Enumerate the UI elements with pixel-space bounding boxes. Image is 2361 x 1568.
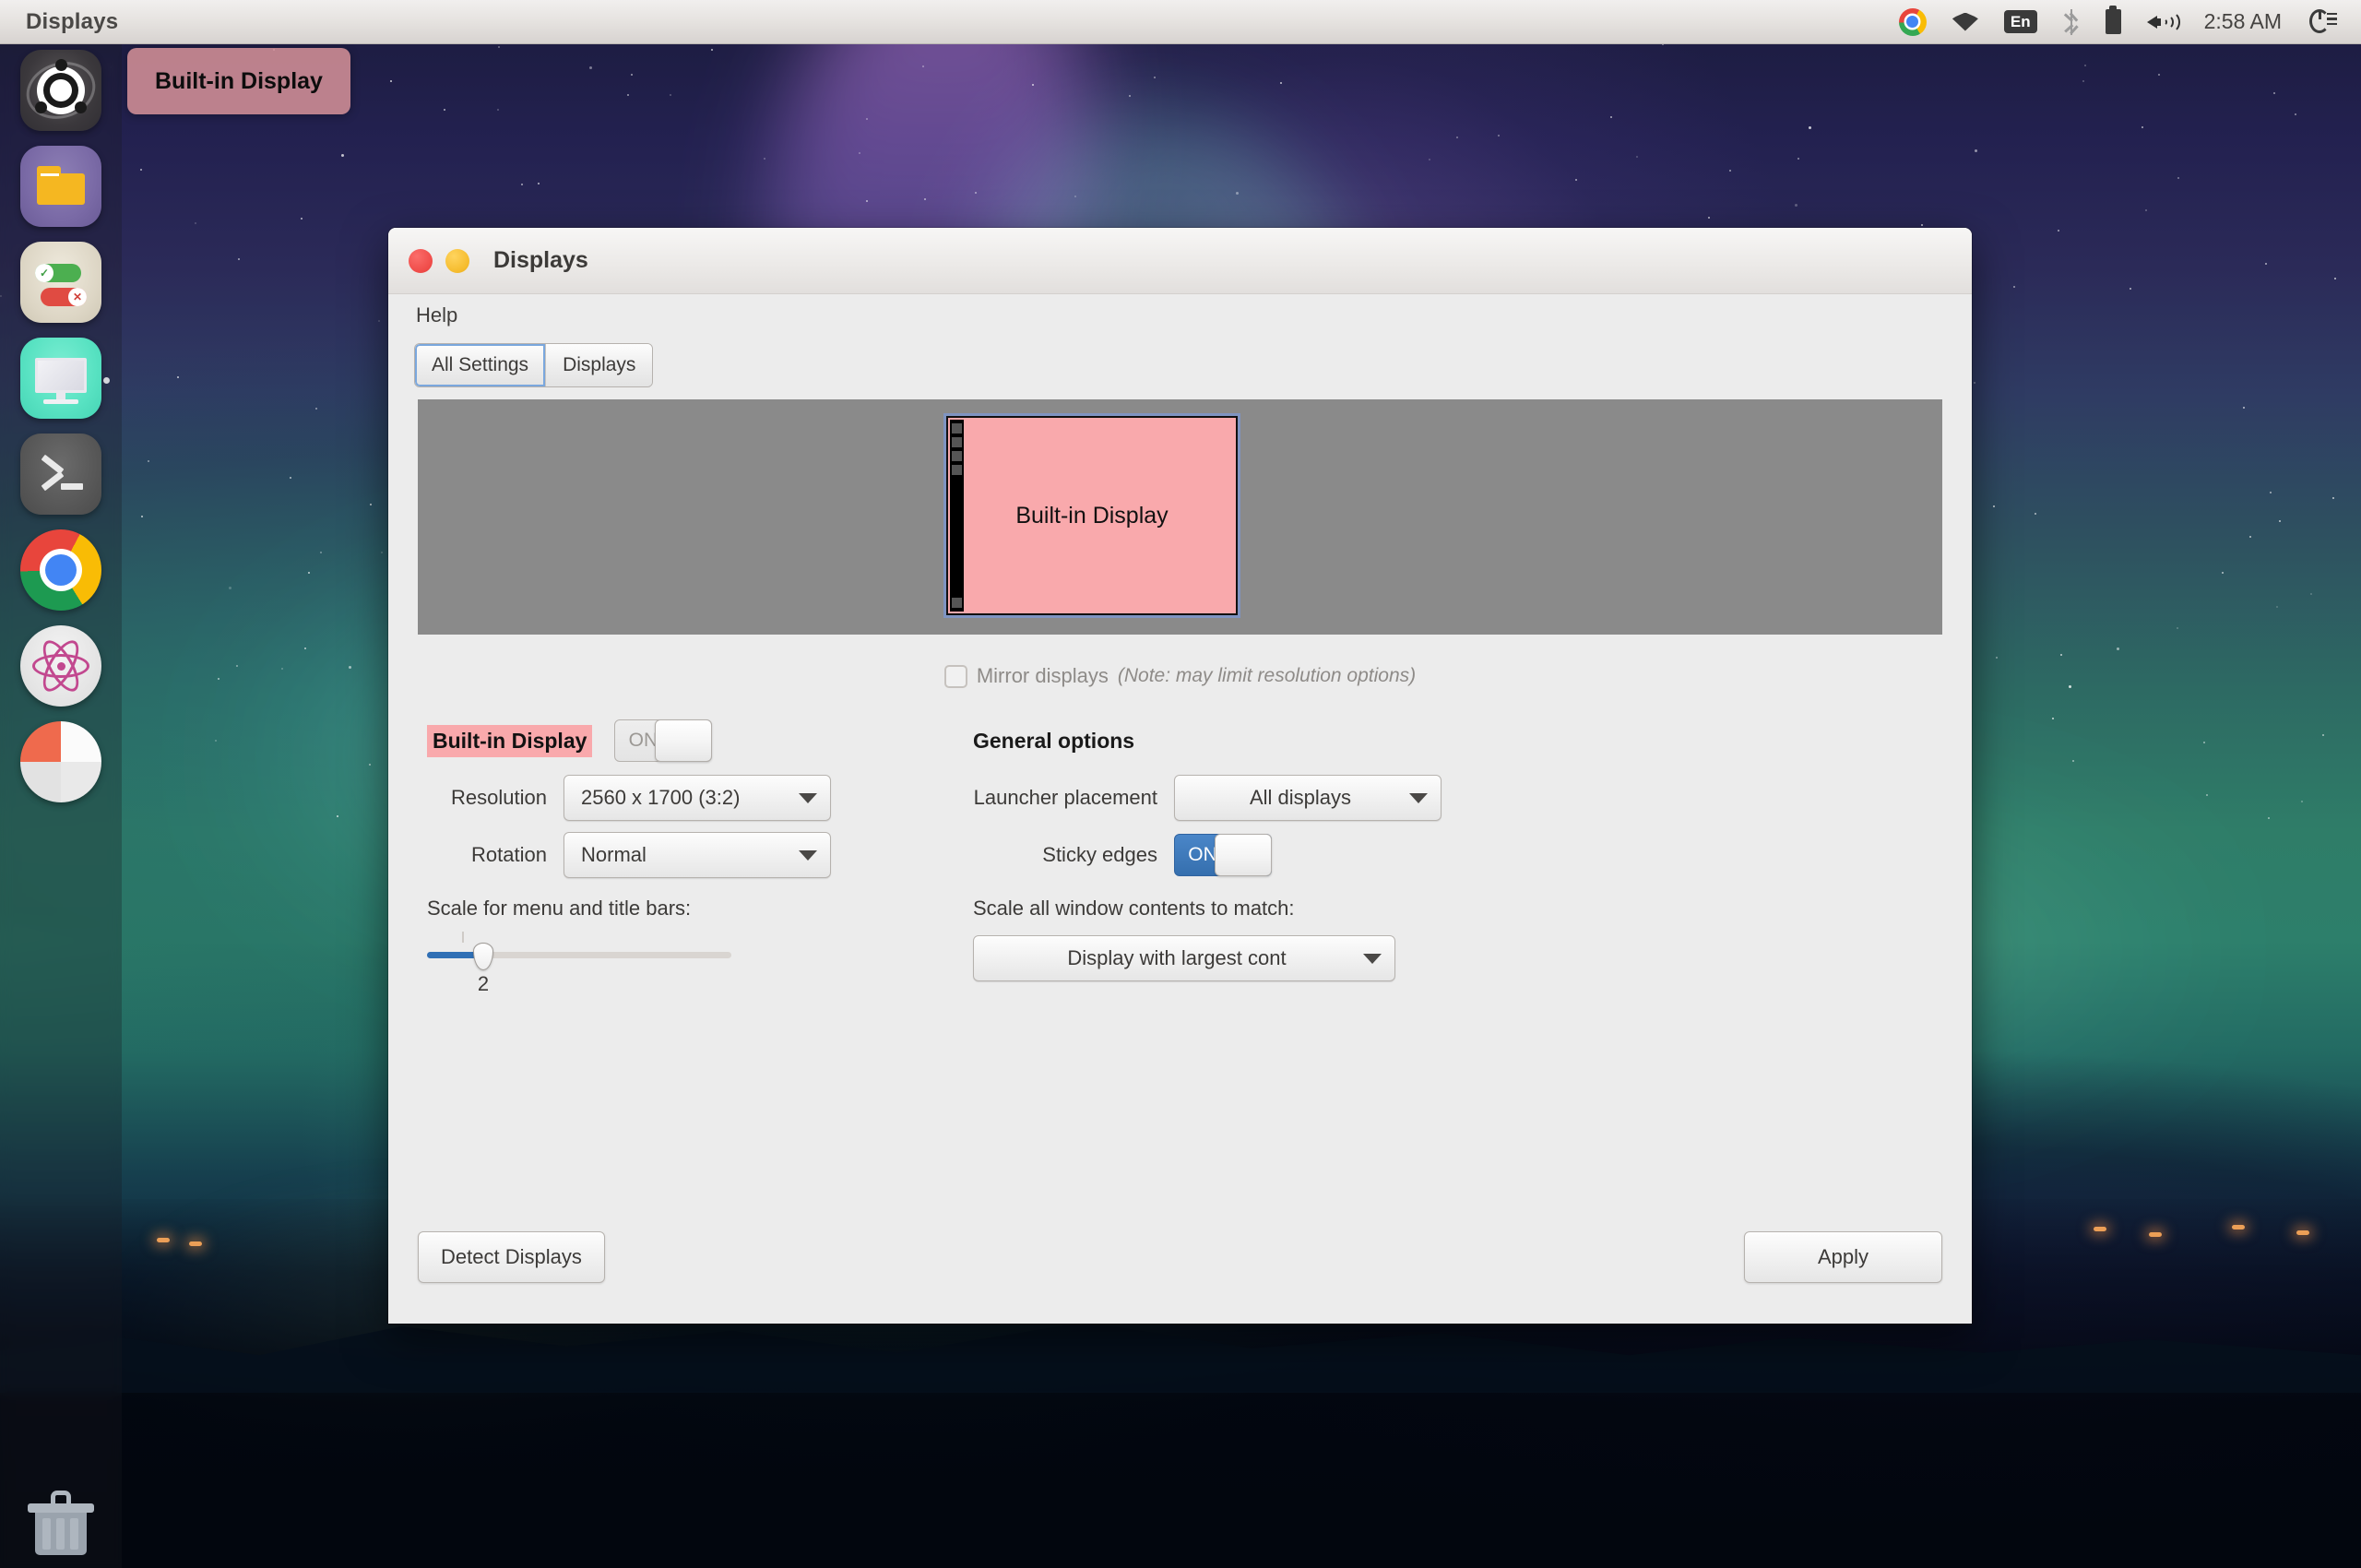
toggle-knob xyxy=(1215,834,1272,876)
display-arrangement-canvas[interactable]: Built-in Display xyxy=(418,399,1942,635)
desktop-display-tooltip: Built-in Display xyxy=(127,48,350,114)
window-footer: Detect Displays Apply xyxy=(418,1213,1942,1324)
window-menubar: Help xyxy=(388,294,1972,337)
chevron-down-icon xyxy=(1363,953,1382,964)
mirror-displays-checkbox[interactable] xyxy=(943,664,967,688)
window-title: Displays xyxy=(493,247,588,273)
chrome-icon xyxy=(1898,7,1927,36)
wifi-icon xyxy=(1952,12,1978,31)
displays-window: Displays Help All Settings Displays Buil… xyxy=(388,228,1972,1324)
chevron-down-icon xyxy=(799,849,817,861)
launcher-placement-row: Launcher placement All displays xyxy=(973,769,1453,826)
sticky-edges-toggle[interactable]: ON xyxy=(1174,834,1272,876)
resolution-label: Resolution xyxy=(451,786,547,809)
scale-block: Scale for menu and title bars: 2 xyxy=(427,897,897,995)
launcher-item-files[interactable] xyxy=(20,146,101,227)
resolution-row: Resolution 2560 x 1700 (3:2) xyxy=(427,769,897,826)
launcher-item-trash[interactable] xyxy=(20,1479,101,1561)
general-options-title-row: General options xyxy=(973,712,1453,769)
launcher-item-terminal[interactable] xyxy=(20,434,101,515)
displays-icon xyxy=(20,338,101,419)
resolution-value: 2560 x 1700 (3:2) xyxy=(581,786,741,809)
battery-icon xyxy=(2105,6,2121,34)
rotation-label: Rotation xyxy=(471,843,547,866)
focused-indicator-icon xyxy=(103,377,110,384)
slider-tick-mark xyxy=(462,932,464,943)
tray-bluetooth-indicator[interactable] xyxy=(2050,0,2093,44)
volume-icon xyxy=(2146,10,2180,33)
toggle-knob xyxy=(655,719,713,762)
mirror-displays-label: Mirror displays xyxy=(976,664,1109,687)
mirror-displays-row: Mirror displays (Note: may limit resolut… xyxy=(418,664,1942,688)
scale-all-contents-label: Scale all window contents to match: xyxy=(973,897,1295,920)
tray-network-indicator[interactable] xyxy=(1940,0,1991,44)
launcher-placement-value: All displays xyxy=(1249,786,1352,809)
minimize-icon[interactable] xyxy=(445,248,469,273)
sticky-edges-label: Sticky edges xyxy=(1042,843,1157,866)
close-icon[interactable] xyxy=(409,248,433,273)
launcher-item-settings[interactable]: ✓ ✕ xyxy=(20,242,101,323)
launcher-item-dash[interactable] xyxy=(20,50,101,131)
options-columns: Built-in Display ON Resolution 2560 x 17… xyxy=(418,712,1942,995)
detect-displays-button[interactable]: Detect Displays xyxy=(418,1231,605,1283)
ubuntu-dash-icon xyxy=(20,50,101,131)
launcher-item-atom[interactable] xyxy=(20,625,101,707)
mirror-displays-note: (Note: may limit resolution options) xyxy=(1117,665,1417,686)
bluetooth-icon xyxy=(2063,8,2080,35)
chevron-down-icon xyxy=(1409,792,1428,803)
menu-item-help[interactable]: Help xyxy=(409,302,465,329)
display-power-toggle[interactable]: ON xyxy=(614,719,713,762)
resolution-dropdown[interactable]: 2560 x 1700 (3:2) xyxy=(564,775,831,821)
display-options-column: Built-in Display ON Resolution 2560 x 17… xyxy=(427,712,897,995)
panel-app-title: Displays xyxy=(26,8,119,34)
files-icon xyxy=(20,146,101,227)
window-titlebar[interactable]: Displays xyxy=(388,228,1972,294)
keyboard-layout-icon: En xyxy=(2003,10,2037,33)
tray-battery-indicator[interactable] xyxy=(2093,0,2134,44)
launcher-placement-label: Launcher placement xyxy=(973,786,1157,809)
tray-volume-indicator[interactable] xyxy=(2134,0,2189,44)
rotation-dropdown[interactable]: Normal xyxy=(564,832,831,878)
unity-launcher: ✓ ✕ xyxy=(0,44,122,1568)
launcher-placement-dropdown[interactable]: All displays xyxy=(1174,775,1442,821)
tray-keyboard-indicator[interactable]: En xyxy=(1991,0,2050,44)
system-tray: En 2:58 AM xyxy=(1886,0,2361,44)
display-name-row: Built-in Display ON xyxy=(427,712,897,769)
chrome-icon xyxy=(20,529,101,611)
launcher-item-workspace-switcher[interactable] xyxy=(20,721,101,802)
tab-displays[interactable]: Displays xyxy=(546,344,653,386)
tray-clock[interactable]: 2:58 AM xyxy=(2189,9,2296,34)
tray-chrome-indicator[interactable] xyxy=(1886,0,1940,44)
settings-icon: ✓ ✕ xyxy=(20,242,101,323)
general-options-column: General options Launcher placement All d… xyxy=(973,712,1453,981)
scale-slider[interactable]: 2 xyxy=(427,932,731,995)
chevron-down-icon xyxy=(799,792,817,803)
launcher-item-chrome[interactable] xyxy=(20,529,101,611)
settings-button-group: All Settings Displays xyxy=(414,343,654,387)
scale-menu-titlebar-label: Scale for menu and title bars: xyxy=(427,897,692,920)
rotation-value: Normal xyxy=(581,843,647,866)
general-options-title: General options xyxy=(973,728,1135,753)
tab-row: All Settings Displays xyxy=(388,337,1972,394)
tray-session-menu[interactable] xyxy=(2296,0,2350,44)
slider-handle[interactable] xyxy=(473,943,493,970)
atom-icon xyxy=(20,625,101,707)
terminal-icon xyxy=(20,434,101,515)
display-preview-label: Built-in Display xyxy=(1015,502,1169,529)
session-menu-icon xyxy=(2309,8,2337,35)
tab-all-settings[interactable]: All Settings xyxy=(415,344,547,386)
rotation-row: Rotation Normal xyxy=(427,826,897,884)
scale-all-contents-value: Display with largest cont xyxy=(1067,946,1287,969)
workspace-switcher-icon xyxy=(20,721,101,802)
scale-value: 2 xyxy=(477,972,490,995)
display-preview-builtin[interactable]: Built-in Display xyxy=(943,413,1240,618)
scale-all-block: Scale all window contents to match: Disp… xyxy=(973,897,1453,981)
sticky-edges-row: Sticky edges ON xyxy=(973,826,1453,884)
window-body: Built-in Display Mirror displays (Note: … xyxy=(388,394,1972,1324)
apply-button[interactable]: Apply xyxy=(1744,1231,1942,1283)
launcher-item-displays[interactable] xyxy=(20,338,110,419)
selected-display-name: Built-in Display xyxy=(427,724,593,757)
top-panel: Displays En 2:58 AM xyxy=(0,0,2361,44)
scale-all-contents-dropdown[interactable]: Display with largest cont xyxy=(973,935,1395,981)
